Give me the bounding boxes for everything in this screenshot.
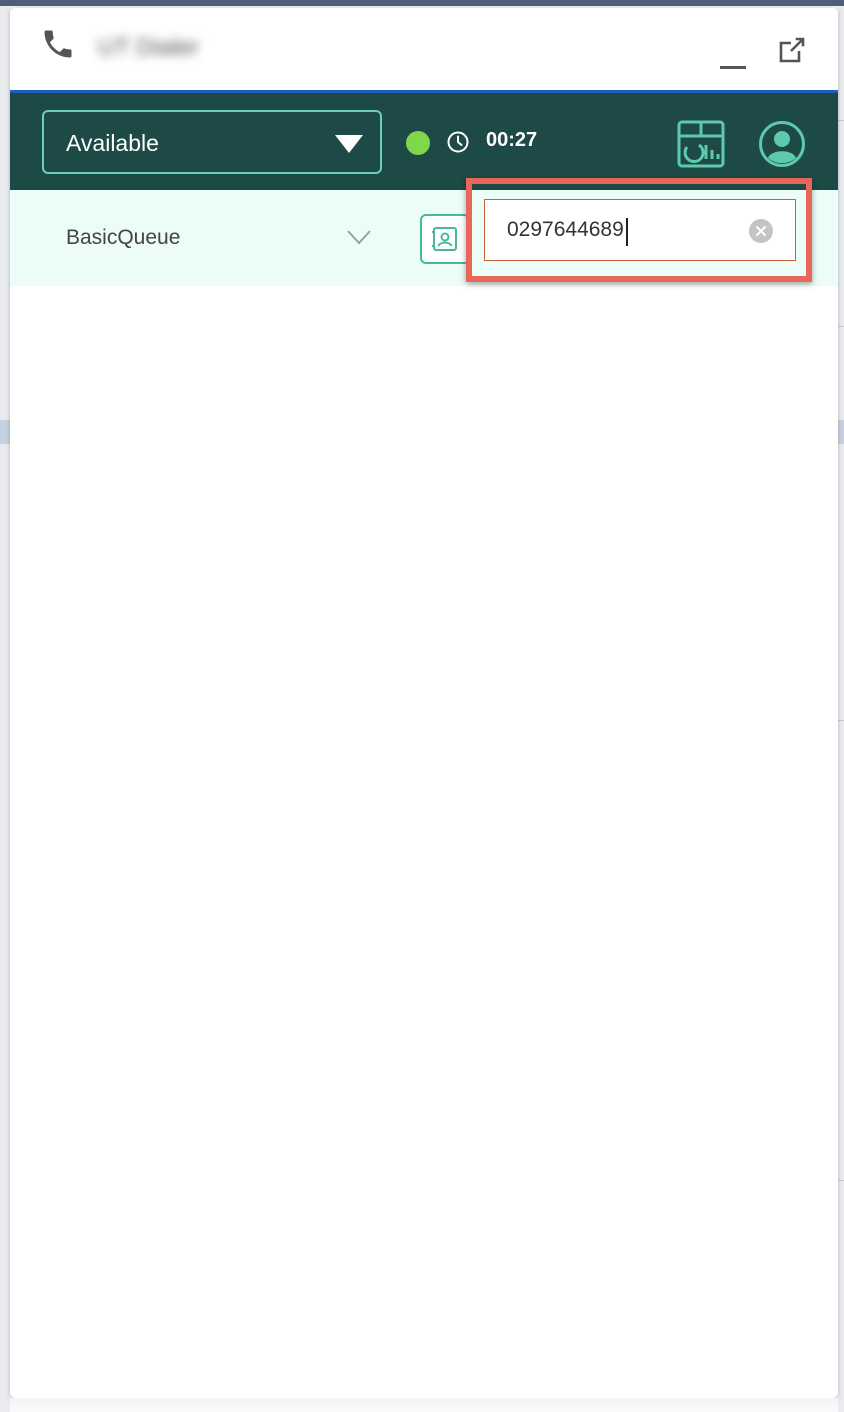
- background-app-topbar: [0, 0, 844, 6]
- background-divider: [838, 720, 844, 721]
- caret-down-icon: [335, 135, 363, 153]
- agent-status-bar: Available 00:27: [10, 93, 838, 190]
- report-dashboard-icon[interactable]: [676, 119, 726, 169]
- contact-card-icon: [432, 227, 457, 251]
- user-profile-icon[interactable]: [758, 120, 806, 168]
- phone-icon: [44, 30, 72, 58]
- dial-number-field[interactable]: [484, 199, 796, 261]
- background-divider: [838, 120, 844, 121]
- status-indicator-dot: [406, 131, 430, 155]
- clear-input-button[interactable]: [749, 219, 773, 243]
- panel-bottom-edge: [10, 1398, 838, 1412]
- queue-dropdown[interactable]: BasicQueue: [50, 212, 380, 264]
- clock-icon: [447, 131, 469, 153]
- background-divider: [838, 326, 844, 327]
- chevron-down-icon: [347, 230, 371, 245]
- queue-value: BasicQueue: [66, 226, 181, 249]
- dial-number-input[interactable]: [485, 200, 735, 259]
- text-cursor: [626, 218, 628, 246]
- agent-status-value: Available: [66, 130, 159, 156]
- minimize-button[interactable]: [716, 44, 748, 74]
- minimize-icon: [720, 66, 746, 69]
- contacts-button[interactable]: [420, 214, 470, 264]
- agent-status-dropdown[interactable]: Available: [42, 110, 382, 174]
- app-title: UT Dialer: [98, 34, 199, 61]
- background-divider: [838, 1180, 844, 1181]
- clear-x-icon: [756, 226, 766, 236]
- content-area: [10, 286, 838, 1398]
- background-app-left-edge: [0, 6, 10, 1412]
- background-app-right-edge: [838, 6, 844, 1412]
- panel-title-bar: UT Dialer: [10, 8, 838, 90]
- status-timer: 00:27: [486, 129, 538, 151]
- popout-icon[interactable]: [774, 34, 808, 68]
